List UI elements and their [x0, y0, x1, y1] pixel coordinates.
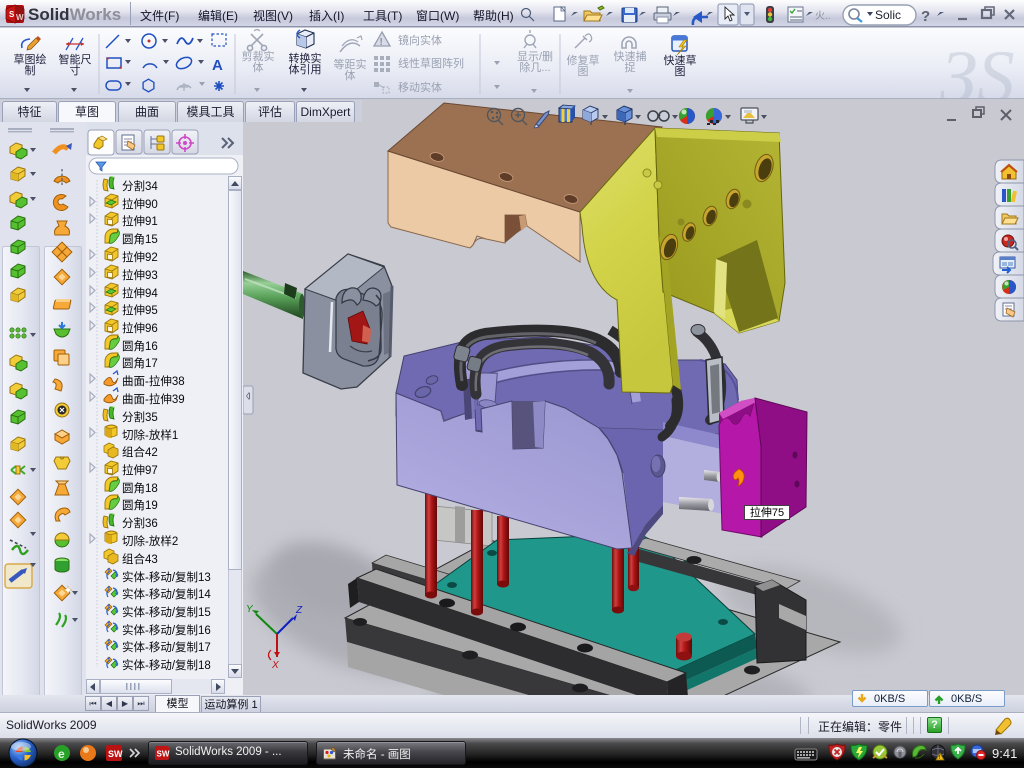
svg-text:Z: Z	[295, 605, 303, 616]
svg-text:ЗS: ЗS	[940, 36, 1015, 99]
svg-text:?: ?	[921, 8, 930, 25]
svg-text:W: W	[16, 13, 24, 22]
svg-text:火..: 火..	[815, 10, 831, 22]
svg-text:A: A	[212, 57, 223, 74]
svg-text:Solic: Solic	[875, 8, 901, 22]
svg-text:SolidWorks: SolidWorks	[28, 5, 121, 24]
svg-text:SW: SW	[157, 750, 170, 759]
svg-text:e: e	[58, 747, 65, 761]
svg-text:X: X	[271, 660, 279, 671]
svg-text:SW: SW	[108, 749, 123, 759]
svg-text:!: !	[380, 37, 383, 48]
svg-text:9:41: 9:41	[992, 746, 1017, 761]
svg-text:S: S	[9, 10, 15, 19]
